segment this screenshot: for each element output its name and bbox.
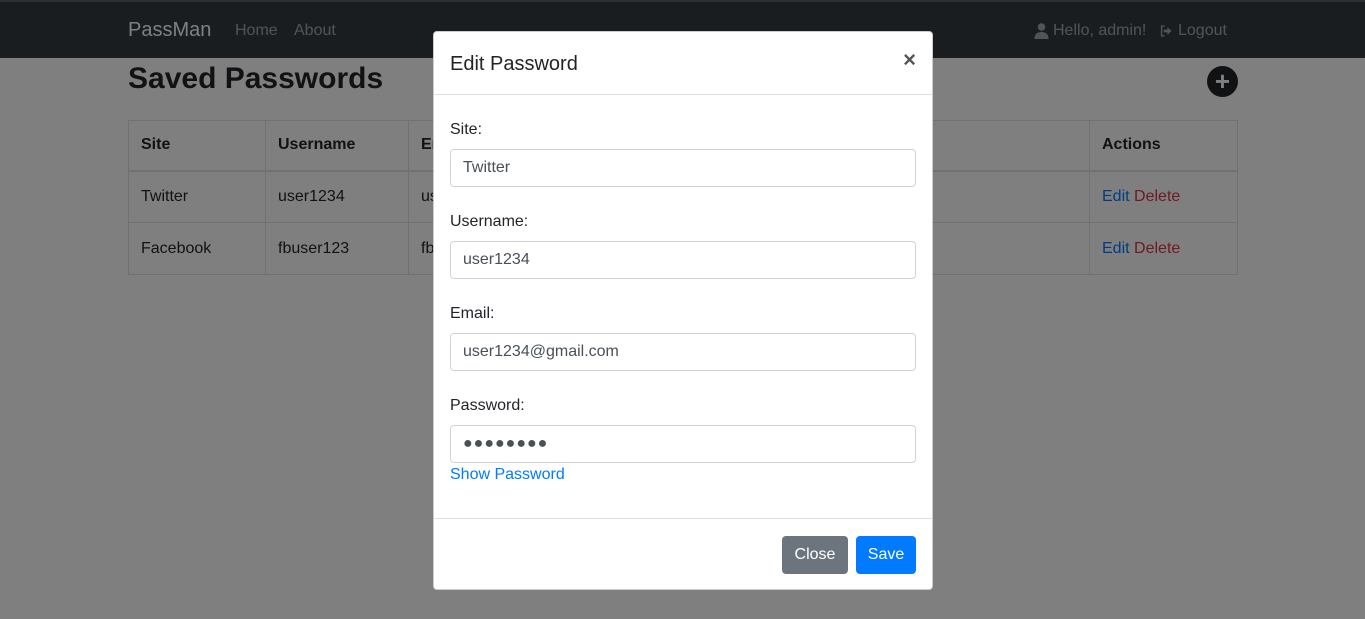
email-input[interactable]: user1234@gmail.com [450, 333, 916, 371]
save-button[interactable]: Save [856, 536, 916, 574]
password-label: Password: [450, 397, 525, 414]
username-label: Username: [450, 213, 529, 230]
modal-title: Edit Password [450, 53, 578, 75]
email-label: Email: [450, 305, 495, 322]
modal-header: Edit Password × [434, 32, 932, 95]
close-button[interactable]: Close [782, 536, 848, 574]
username-input[interactable]: user1234 [450, 241, 916, 279]
edit-password-modal: Edit Password × Site: Twitter Username: … [433, 31, 933, 590]
site-label: Site: [450, 121, 483, 138]
show-password-link[interactable]: Show Password [450, 466, 565, 484]
modal-footer: Close Save [434, 518, 932, 591]
password-input[interactable]: ●●●●●●●● [450, 425, 916, 463]
close-icon[interactable]: × [903, 49, 916, 71]
site-input[interactable]: Twitter [450, 149, 916, 187]
password-masked-value: ●●●●●●●● [463, 435, 549, 452]
